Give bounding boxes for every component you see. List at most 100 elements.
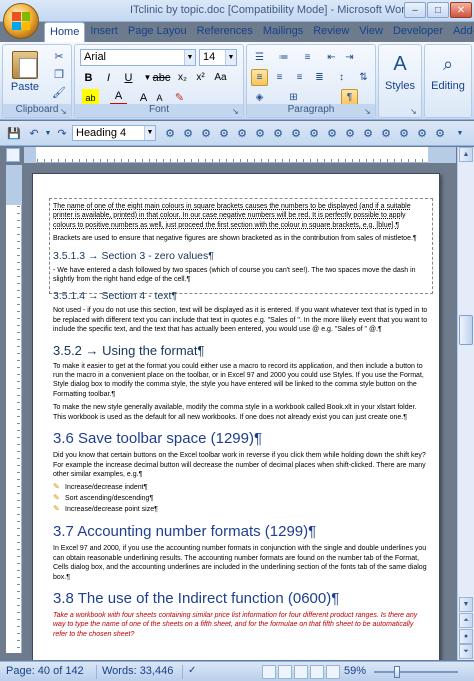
toolbar-icon-9[interactable]: ⚙ (306, 125, 322, 141)
page-count[interactable]: Page: 40 of 142 (6, 665, 84, 677)
vertical-scrollbar[interactable]: ▲ ▼ ⏶ ● ⏷ (457, 147, 474, 660)
web-layout-view-icon[interactable] (294, 665, 308, 679)
full-screen-reading-view-icon[interactable] (278, 665, 292, 679)
ruler-tab-selector[interactable] (6, 148, 20, 162)
toolbar-icon-15[interactable]: ⚙ (414, 125, 430, 141)
list-item: Increase/decrease point size¶ (53, 504, 429, 515)
styles-button[interactable]: A Styles (381, 49, 419, 105)
tab-developer[interactable]: Developer (388, 22, 448, 42)
font-name-combo[interactable]: Arial ▼ (80, 49, 196, 66)
toolbar-icon-10[interactable]: ⚙ (324, 125, 340, 141)
horizontal-ruler[interactable] (24, 147, 456, 163)
paragraph-1: The name of one of the eight main colour… (53, 203, 411, 229)
bullets-icon[interactable]: ☰ (251, 49, 268, 66)
chevron-down-icon[interactable]: ▼ (184, 50, 195, 65)
copy-icon[interactable]: ❐ (51, 66, 67, 82)
minimize-button[interactable]: – (404, 2, 426, 18)
clipboard-launcher-icon[interactable]: ↘ (60, 107, 69, 116)
toolbar-icon-13[interactable]: ⚙ (378, 125, 394, 141)
align-right-icon[interactable]: ≡ (291, 69, 308, 86)
cut-icon[interactable]: ✂ (51, 48, 67, 64)
font-group: Arial ▼ 14 ▼ B I U ▼ abc x₂ x² Aa ab A A… (74, 44, 244, 118)
maximize-button[interactable]: □ (427, 2, 449, 18)
editing-button[interactable]: ⌕ Editing (429, 49, 467, 105)
numbering-icon[interactable]: ≔ (275, 49, 292, 66)
print-layout-view-icon[interactable] (262, 665, 276, 679)
outline-view-icon[interactable] (310, 665, 324, 679)
chevron-down-icon[interactable]: ▼ (225, 50, 236, 65)
change-case-button[interactable]: Aa (212, 69, 229, 86)
word-count[interactable]: Words: 33,446 (102, 665, 173, 677)
toolbar-icon-11[interactable]: ⚙ (342, 125, 358, 141)
toolbar-icon-16[interactable]: ⚙ (432, 125, 448, 141)
format-painter-icon[interactable]: 🖌 (51, 84, 67, 100)
underline-button[interactable]: U (120, 69, 137, 86)
styles-group: A Styles ↘ (378, 44, 422, 118)
toolbar-icon-2[interactable]: ⚙ (180, 125, 196, 141)
bold-button[interactable]: B (80, 69, 97, 86)
scroll-up-icon[interactable]: ▲ (459, 147, 473, 162)
proofing-icon[interactable]: ✓ (188, 665, 196, 676)
editing-group: ⌕ Editing (424, 44, 472, 118)
italic-button[interactable]: I (100, 69, 117, 86)
multilevel-list-icon[interactable]: ≡ (299, 49, 316, 66)
toolbar-icon-6[interactable]: ⚙ (252, 125, 268, 141)
tab-page-layout[interactable]: Page Layou (123, 22, 192, 42)
zoom-level[interactable]: 59% (344, 665, 366, 677)
toolbar-icon-12[interactable]: ⚙ (360, 125, 376, 141)
tab-review[interactable]: Review (308, 22, 354, 42)
scroll-down-icon[interactable]: ▼ (459, 597, 473, 612)
toolbar-icon-1[interactable]: ⚙ (162, 125, 178, 141)
decrease-indent-icon[interactable]: ⇤ (323, 49, 340, 66)
line-spacing-icon[interactable]: ↕ (333, 69, 350, 86)
paragraph-4: Not used - if you do not use this sectio… (53, 307, 428, 334)
document-content[interactable]: The name of one of the eight main colour… (53, 202, 429, 643)
zoom-slider-handle[interactable] (394, 666, 400, 678)
zoom-slider[interactable] (374, 666, 458, 678)
save-icon[interactable]: 💾 (6, 125, 22, 141)
toolbar-icon-14[interactable]: ⚙ (396, 125, 412, 141)
draft-view-icon[interactable] (326, 665, 340, 679)
next-page-icon[interactable]: ⏷ (459, 644, 473, 659)
align-center-icon[interactable]: ≡ (271, 69, 288, 86)
window-controls: – □ ✕ (404, 2, 472, 18)
close-button[interactable]: ✕ (450, 2, 472, 18)
tab-insert[interactable]: Insert (85, 22, 123, 42)
scroll-thumb[interactable] (459, 315, 473, 345)
toolbar-icon-3[interactable]: ⚙ (198, 125, 214, 141)
tab-references[interactable]: References (192, 22, 258, 42)
paragraph-launcher-icon[interactable]: ↘ (364, 107, 373, 116)
toolbar-icon-5[interactable]: ⚙ (234, 125, 250, 141)
styles-launcher-icon[interactable]: ↘ (410, 107, 419, 116)
customize-qat-icon[interactable]: ▼ (452, 125, 468, 141)
toolbar-icon-8[interactable]: ⚙ (288, 125, 304, 141)
strikethrough-button[interactable]: abc (153, 69, 171, 86)
increase-indent-icon[interactable]: ⇥ (341, 49, 358, 66)
redo-icon[interactable]: ↷ (54, 125, 70, 141)
font-size-combo[interactable]: 14 ▼ (199, 49, 237, 66)
tab-mailings[interactable]: Mailings (258, 22, 308, 42)
ruler-right-margin (428, 147, 456, 163)
sort-icon[interactable]: ⇅ (355, 69, 372, 86)
vertical-ruler[interactable] (6, 165, 22, 653)
superscript-button[interactable]: x² (192, 69, 209, 86)
chevron-down-icon[interactable]: ▼ (144, 126, 155, 140)
justify-icon[interactable]: ≣ (311, 69, 328, 86)
subscript-button[interactable]: x₂ (174, 69, 191, 86)
tab-add-ins[interactable]: Add-Ins (448, 22, 474, 42)
align-left-icon[interactable]: ≡ (251, 69, 268, 86)
select-browse-object-icon[interactable]: ● (459, 629, 473, 644)
paragraph-group-label: Paragraph (247, 104, 375, 117)
office-logo-icon (12, 12, 30, 30)
toolbar-icon-7[interactable]: ⚙ (270, 125, 286, 141)
toolbar-icon-4[interactable]: ⚙ (216, 125, 232, 141)
paste-button[interactable]: Paste (7, 49, 43, 101)
style-combo[interactable]: Heading 4 ▼ (72, 125, 156, 141)
previous-page-icon[interactable]: ⏶ (459, 613, 473, 628)
quick-access-toolbar: 💾 ↶ ▼ ↷ Heading 4 ▼ ⚙ ⚙ ⚙ ⚙ ⚙ ⚙ ⚙ ⚙ ⚙ ⚙ … (0, 121, 474, 146)
office-button[interactable] (3, 3, 39, 39)
document-page[interactable]: The name of one of the eight main colour… (32, 173, 440, 660)
tab-home[interactable]: Home (44, 22, 86, 42)
tab-view[interactable]: View (354, 22, 388, 42)
font-launcher-icon[interactable]: ↘ (232, 107, 241, 116)
